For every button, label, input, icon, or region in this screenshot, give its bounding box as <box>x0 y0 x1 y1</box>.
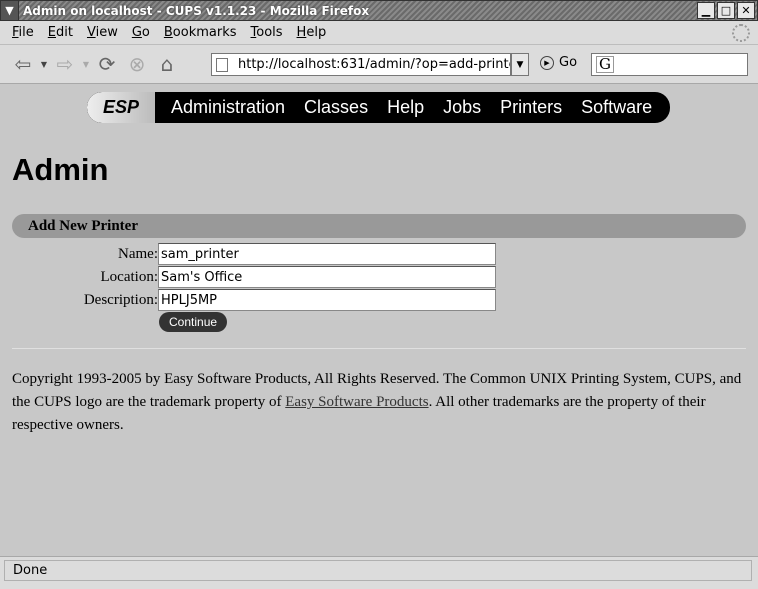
location-label: Location: <box>100 268 158 285</box>
window-title: Admin on localhost - CUPS v1.1.23 - Mozi… <box>23 3 370 18</box>
form-row-description: Description: HPLJ5MP <box>4 289 496 311</box>
url-history-dropdown[interactable]: ▼ <box>511 53 529 76</box>
go-icon: ▶ <box>540 55 554 70</box>
chevron-down-icon: ▼ <box>516 59 524 70</box>
reload-icon: ⟳ <box>98 52 116 76</box>
page-content: ESP Administration Classes Help Jobs Pri… <box>4 84 754 556</box>
window-bottom-border <box>0 583 758 589</box>
go-button[interactable]: ▶ Go <box>540 55 577 70</box>
copyright-text: Copyright 1993-2005 by Easy Software Pro… <box>12 368 742 437</box>
form-row-location: Location: Sam's Office <box>4 266 496 288</box>
nav-link-jobs[interactable]: Jobs <box>443 97 481 118</box>
menu-bar: File Edit View Go Bookmarks Tools Help <box>0 21 758 45</box>
close-button[interactable]: ✕ <box>737 2 755 19</box>
continue-button[interactable]: Continue <box>159 312 228 332</box>
nav-link-printers[interactable]: Printers <box>500 97 562 118</box>
home-button[interactable]: ⌂ <box>152 49 182 79</box>
menu-go[interactable]: Go <box>132 25 150 40</box>
description-label: Description: <box>83 291 158 308</box>
forward-button[interactable]: ⇨ <box>50 49 80 79</box>
stop-button[interactable]: ⊗ <box>122 49 152 79</box>
menu-tools[interactable]: Tools <box>251 25 283 40</box>
page-icon <box>216 57 228 72</box>
status-text: Done <box>4 559 752 581</box>
menu-edit[interactable]: Edit <box>48 25 73 40</box>
esp-logo[interactable]: ESP <box>87 92 155 123</box>
chevron-down-icon: ▼ <box>5 4 14 17</box>
forward-arrow-icon: ⇨ <box>56 52 74 76</box>
search-input[interactable]: G <box>591 53 748 76</box>
status-bar: Done <box>0 556 758 583</box>
url-bar[interactable]: http://localhost:631/admin/?op=add-print… <box>211 53 511 76</box>
throbber-icon <box>732 24 750 42</box>
nav-link-administration[interactable]: Administration <box>171 97 285 118</box>
name-field[interactable]: sam_printer <box>158 243 496 265</box>
section-header: Add New Printer <box>12 214 746 238</box>
easy-software-products-link[interactable]: Easy Software Products <box>285 394 428 410</box>
maximize-button[interactable]: □ <box>717 2 735 19</box>
page-title: Admin <box>12 152 109 187</box>
home-icon: ⌂ <box>160 52 174 76</box>
form-row-name: Name: sam_printer <box>4 243 496 265</box>
description-field[interactable]: HPLJ5MP <box>158 289 496 311</box>
divider <box>12 348 746 349</box>
stop-icon: ⊗ <box>128 52 146 76</box>
window-menu-button[interactable]: ▼ <box>1 1 19 20</box>
location-field[interactable]: Sam's Office <box>158 266 496 288</box>
back-history-dropdown[interactable]: ▼ <box>38 60 50 69</box>
url-text: http://localhost:631/admin/?op=add-print… <box>238 57 511 72</box>
minimize-button[interactable]: ▁ <box>697 2 715 19</box>
nav-link-software[interactable]: Software <box>581 97 652 118</box>
nav-link-help[interactable]: Help <box>387 97 424 118</box>
menu-bookmarks[interactable]: Bookmarks <box>164 25 237 40</box>
window-titlebar[interactable]: ▼ Admin on localhost - CUPS v1.1.23 - Mo… <box>0 0 758 21</box>
name-label: Name: <box>118 245 158 262</box>
forward-history-dropdown[interactable]: ▼ <box>80 60 92 69</box>
cups-navigation-bar: ESP Administration Classes Help Jobs Pri… <box>87 92 670 123</box>
back-button[interactable]: ⇦ <box>8 49 38 79</box>
navigation-toolbar: ⇦ ▼ ⇨ ▼ ⟳ ⊗ ⌂ http://localhost:631/admin… <box>0 45 758 84</box>
search-engine-icon[interactable]: G <box>596 56 614 73</box>
menu-file[interactable]: File <box>12 25 34 40</box>
back-arrow-icon: ⇦ <box>14 52 32 76</box>
go-label: Go <box>559 55 578 70</box>
reload-button[interactable]: ⟳ <box>92 49 122 79</box>
menu-view[interactable]: View <box>87 25 118 40</box>
nav-link-classes[interactable]: Classes <box>304 97 368 118</box>
menu-help[interactable]: Help <box>297 25 327 40</box>
